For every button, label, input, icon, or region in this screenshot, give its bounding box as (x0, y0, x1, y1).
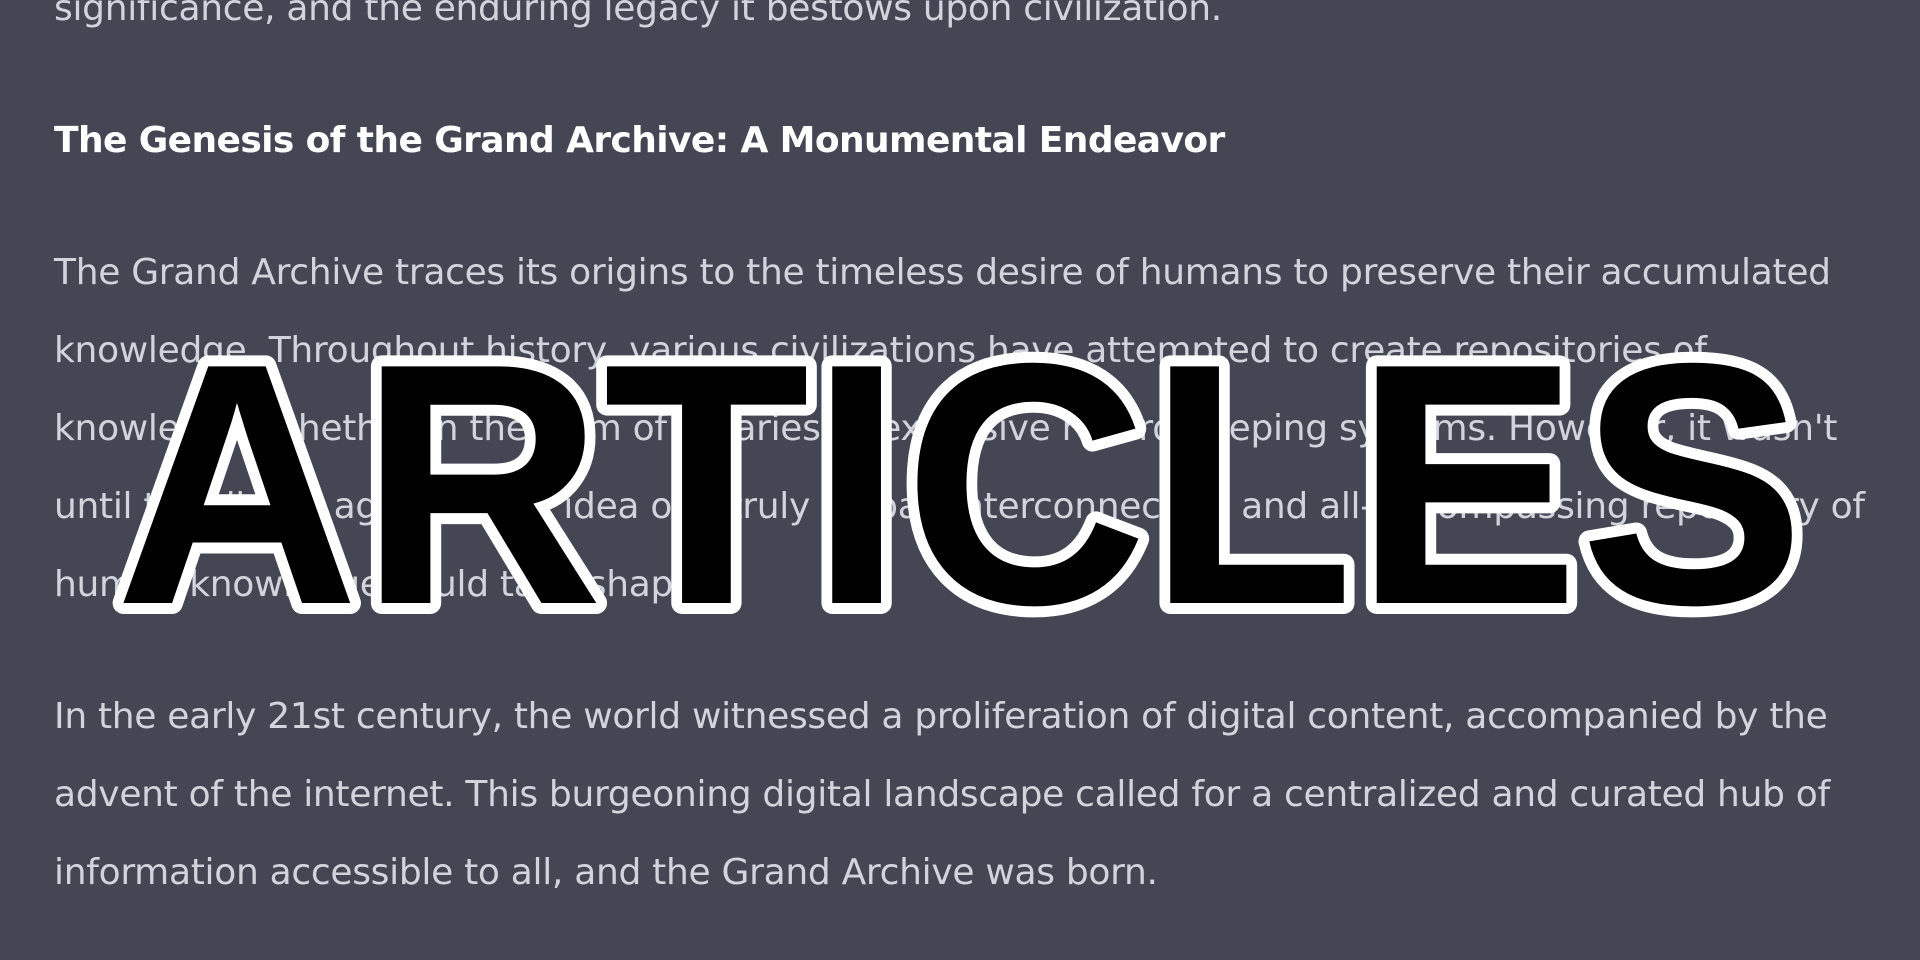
article-paragraph: The Grand Archive traces its origins to … (54, 252, 1865, 605)
thumbnail: significance, and the enduring legacy it… (0, 0, 1920, 960)
article-paragraph: In the early 21st century, the world wit… (54, 696, 1830, 893)
article-body: significance, and the enduring legacy it… (54, 0, 1884, 960)
article-intro-tail: significance, and the enduring legacy it… (54, 0, 1222, 29)
article-section-heading: The Genesis of the Grand Archive: A Monu… (54, 120, 1225, 161)
